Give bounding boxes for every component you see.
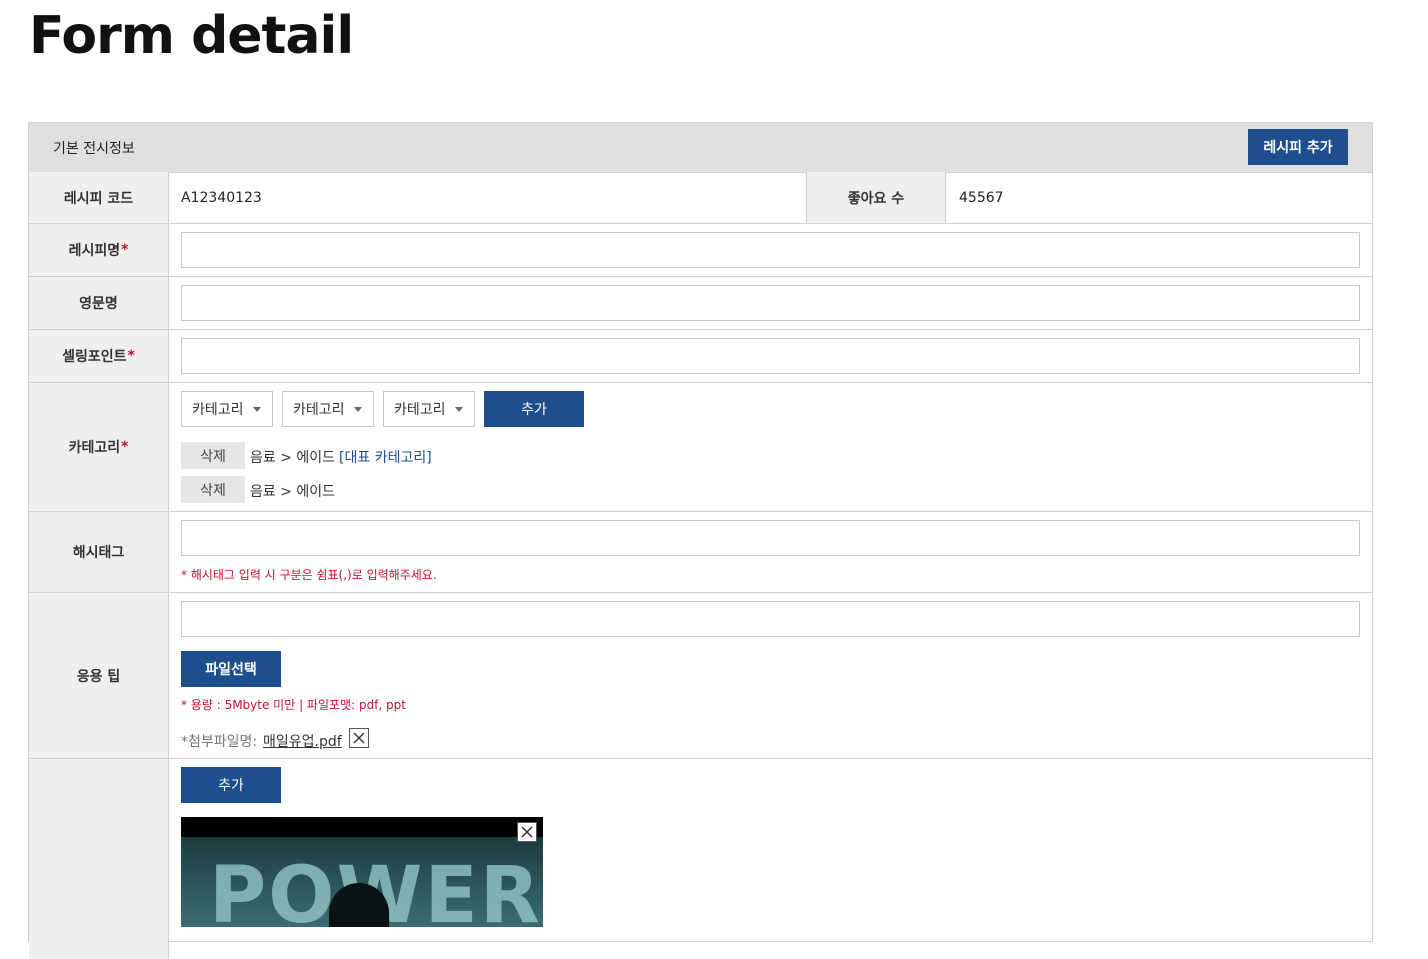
category-add-button[interactable]: 추가 bbox=[484, 391, 584, 427]
media-thumbnail: POWER bbox=[181, 817, 543, 927]
recipe-name-input[interactable] bbox=[181, 232, 1360, 268]
recipe-code-value: A12340123 bbox=[181, 190, 262, 206]
hashtag-label: 해시태그 bbox=[29, 512, 169, 592]
english-name-row: 영문명 bbox=[29, 277, 1372, 330]
category-select-1-value: 카테고리 bbox=[192, 402, 244, 418]
chevron-down-icon bbox=[455, 407, 463, 412]
likes-label: 좋아요 수 bbox=[806, 172, 946, 223]
attached-file-link[interactable]: 매일유업.pdf bbox=[263, 731, 342, 751]
form-header: 기본 전시정보 레시피 추가 bbox=[29, 123, 1372, 173]
tip-row: 응용 팁 파일선택 * 용량 : 5Mbyte 미만 | 파일포맷: pdf, … bbox=[29, 593, 1372, 759]
category-delete-button[interactable]: 삭제 bbox=[181, 476, 245, 503]
close-icon bbox=[521, 826, 533, 838]
file-note: * 용량 : 5Mbyte 미만 | 파일포맷: pdf, ppt bbox=[181, 698, 406, 712]
selling-point-label-text: 셀링포인트 bbox=[62, 349, 127, 365]
close-icon bbox=[353, 732, 365, 744]
likes-value: 45567 bbox=[959, 190, 1004, 206]
category-select-3-value: 카테고리 bbox=[394, 402, 446, 418]
category-select-1[interactable]: 카테고리 bbox=[181, 391, 273, 427]
file-select-button[interactable]: 파일선택 bbox=[181, 651, 281, 687]
category-item: 음료 > 에이드 [대표 카테고리] bbox=[250, 447, 432, 467]
remove-image-button[interactable] bbox=[517, 822, 537, 842]
recipe-name-row: 레시피명 * bbox=[29, 224, 1372, 277]
recipe-name-label: 레시피명 * bbox=[29, 224, 169, 276]
category-select-2[interactable]: 카테고리 bbox=[282, 391, 374, 427]
recipe-form: 기본 전시정보 레시피 추가 레시피 코드 A12340123 좋아요 수 45… bbox=[28, 122, 1373, 959]
page-title: Form detail bbox=[29, 6, 354, 66]
tip-label: 응용 팁 bbox=[29, 593, 169, 758]
representative-category-tag: [대표 카테고리] bbox=[339, 450, 432, 466]
english-name-label: 영문명 bbox=[29, 277, 169, 329]
selling-point-input[interactable] bbox=[181, 338, 1360, 374]
media-label bbox=[29, 759, 169, 959]
selling-point-row: 셀링포인트 * bbox=[29, 330, 1372, 383]
chevron-down-icon bbox=[253, 407, 261, 412]
category-delete-button[interactable]: 삭제 bbox=[181, 442, 245, 469]
media-add-button[interactable]: 추가 bbox=[181, 767, 281, 803]
add-recipe-button[interactable]: 레시피 추가 bbox=[1248, 129, 1348, 165]
recipe-code-label: 레시피 코드 bbox=[29, 172, 169, 223]
required-mark: * bbox=[121, 439, 129, 455]
thumbnail-image: POWER bbox=[181, 837, 543, 927]
category-path: 음료 > 에이드 bbox=[250, 450, 336, 466]
category-select-3[interactable]: 카테고리 bbox=[383, 391, 475, 427]
required-mark: * bbox=[121, 242, 129, 258]
category-path: 음료 > 에이드 bbox=[250, 484, 336, 500]
chevron-down-icon bbox=[354, 407, 362, 412]
category-label: 카테고리 * bbox=[29, 383, 169, 511]
tip-input[interactable] bbox=[181, 601, 1360, 637]
category-row: 카테고리 * 카테고리 카테고리 카테고리 추가 삭제 음료 > 에이드 [대표 카… bbox=[29, 383, 1372, 512]
category-label-text: 카테고리 bbox=[68, 440, 121, 456]
section-title: 기본 전시정보 bbox=[53, 141, 135, 157]
attach-label: *첨부파일명: bbox=[181, 734, 258, 750]
hashtag-note: * 해시태그 입력 시 구분은 쉼표(,)로 입력해주세요. bbox=[181, 568, 437, 582]
info-row: 레시피 코드 A12340123 좋아요 수 45567 bbox=[29, 172, 1372, 224]
hashtag-row: 해시태그 * 해시태그 입력 시 구분은 쉼표(,)로 입력해주세요. bbox=[29, 512, 1372, 593]
category-select-2-value: 카테고리 bbox=[293, 402, 345, 418]
remove-file-button[interactable] bbox=[349, 728, 369, 748]
category-item: 음료 > 에이드 bbox=[250, 481, 335, 501]
hashtag-input[interactable] bbox=[181, 520, 1360, 556]
english-name-input[interactable] bbox=[181, 285, 1360, 321]
media-row: 추가 POWER bbox=[29, 759, 1372, 959]
recipe-name-label-text: 레시피명 bbox=[68, 243, 121, 259]
selling-point-label: 셀링포인트 * bbox=[29, 330, 169, 382]
required-mark: * bbox=[127, 348, 135, 364]
